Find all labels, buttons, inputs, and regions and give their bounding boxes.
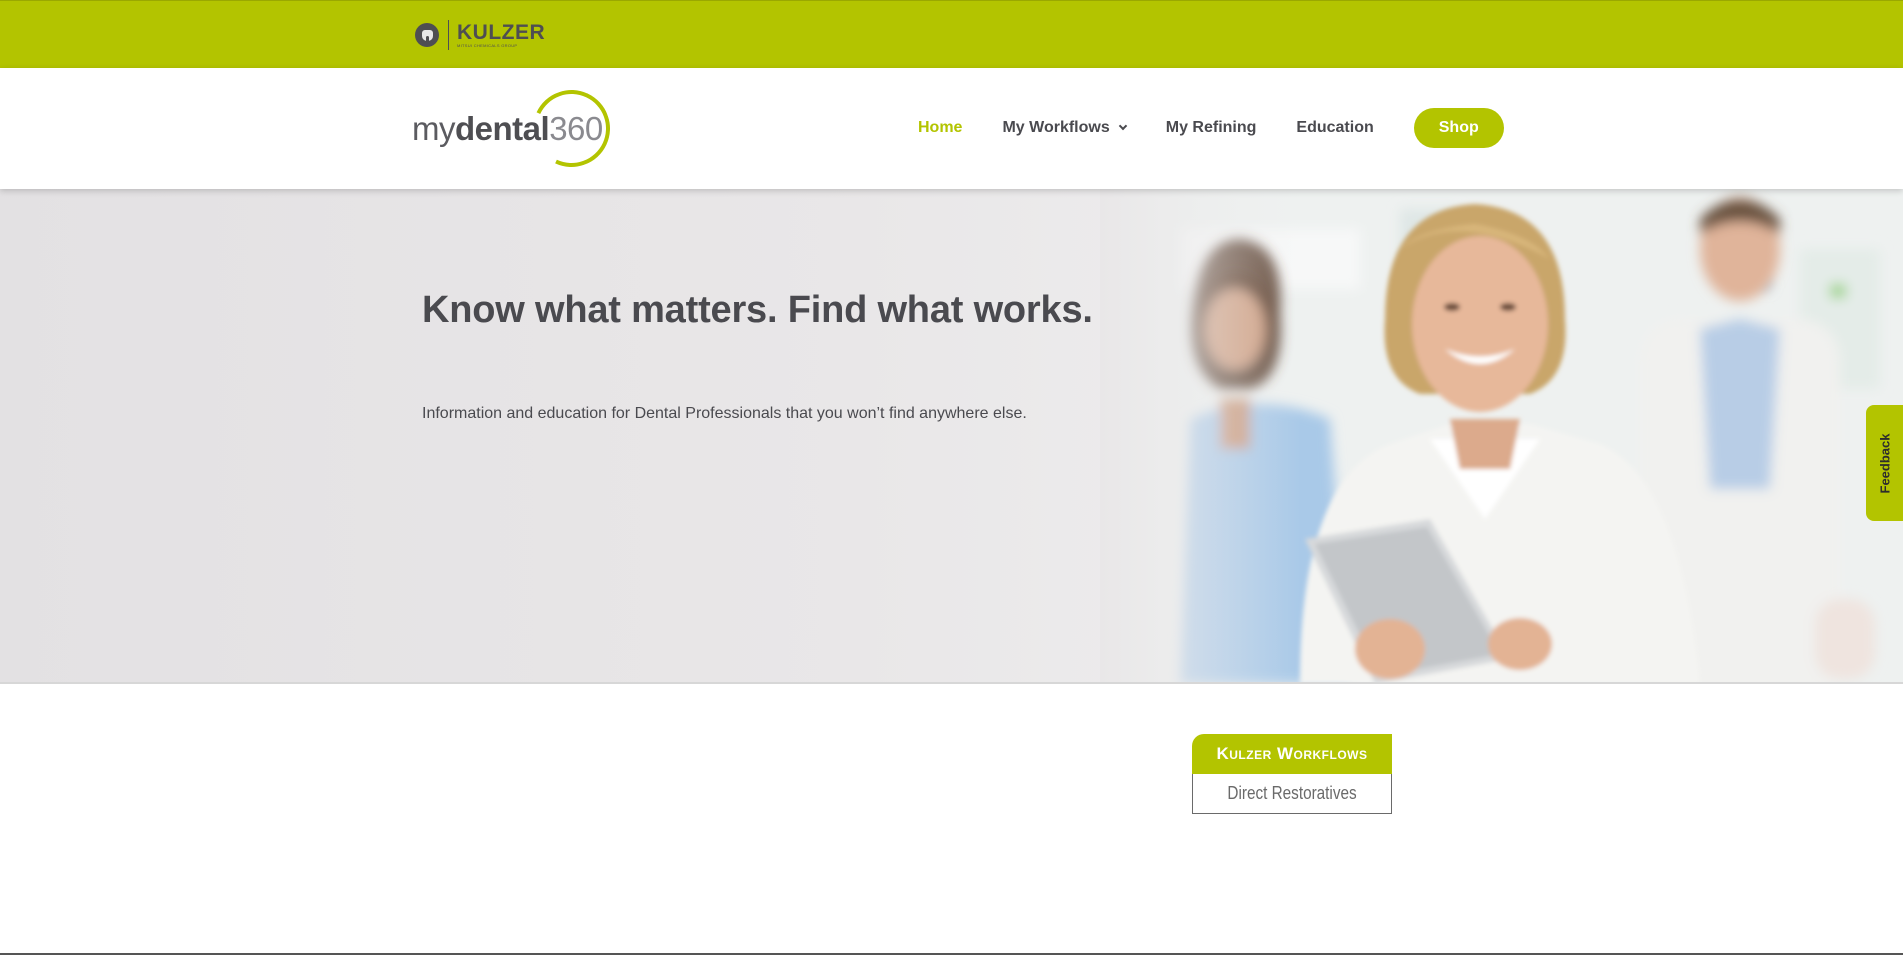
logo-dental: dental xyxy=(455,110,550,147)
nav-home[interactable]: Home xyxy=(918,119,962,137)
hero-title: Know what matters. Find what works. xyxy=(422,289,1093,331)
nav-my-refining-label: My Refining xyxy=(1165,119,1257,136)
hero-banner: Know what matters. Find what works. Info… xyxy=(0,189,1903,684)
feedback-tab[interactable]: Feedback xyxy=(1866,405,1903,521)
kulzer-tagline: MITSUI CHEMICALS GROUP xyxy=(457,43,518,48)
nav-my-refining[interactable]: My Refining xyxy=(1166,119,1257,137)
logo-divider xyxy=(448,20,449,50)
workflow-item-direct-restoratives[interactable]: Direct Restoratives xyxy=(1192,774,1392,814)
feedback-label: Feedback xyxy=(1877,433,1893,493)
site-header: mydental360 Home My Workflows My Refinin… xyxy=(0,68,1903,189)
tooth-icon xyxy=(415,23,439,47)
workflow-item-label: Direct Restoratives xyxy=(1227,783,1357,803)
chevron-down-icon xyxy=(1118,121,1127,131)
top-brand-bar: KULZER MITSUI CHEMICALS GROUP xyxy=(0,0,1903,68)
logo-my: my xyxy=(412,110,456,147)
shop-button[interactable]: Shop xyxy=(1413,108,1504,148)
kulzer-wordmark: KULZER xyxy=(457,21,546,44)
nav-my-workflows[interactable]: My Workflows xyxy=(1002,119,1127,137)
hero-subtitle: Information and education for Dental Pro… xyxy=(422,405,1027,422)
workflows-card-title[interactable]: Kulzer Workflows xyxy=(1192,734,1392,774)
nav-home-label: Home xyxy=(918,119,963,136)
hero-photo-dental-team xyxy=(1100,189,1903,682)
nav-my-workflows-label: My Workflows xyxy=(1002,119,1110,136)
logo-360: 360 xyxy=(549,110,603,147)
workflows-card: Kulzer Workflows Direct Restoratives xyxy=(1192,734,1392,814)
main-nav: Home My Workflows My Refining Education … xyxy=(918,108,1504,148)
mydental360-logo[interactable]: mydental360 xyxy=(412,79,621,178)
nav-education-label: Education xyxy=(1296,119,1374,136)
nav-education[interactable]: Education xyxy=(1296,119,1373,137)
kulzer-logo[interactable]: KULZER MITSUI CHEMICALS GROUP xyxy=(415,19,545,51)
